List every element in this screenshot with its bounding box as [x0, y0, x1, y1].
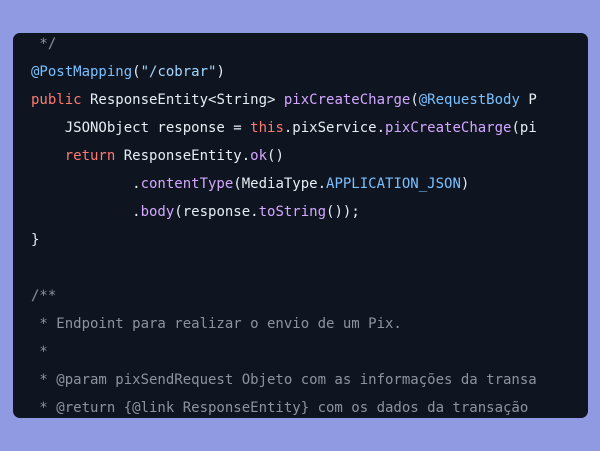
code-token-default: . [31, 176, 141, 192]
code-line: * @param pixSendRequest Objeto com as in… [31, 366, 537, 394]
code-content: */@PostMapping("/cobrar") public Response… [31, 33, 537, 418]
code-token-annotation: @PostMapping [31, 64, 133, 80]
code-line: * Endpoint para realizar o envio de um P… [31, 310, 537, 338]
code-line: /** [31, 282, 537, 310]
code-token-default: (MediaType. [233, 176, 327, 192]
code-token-default: ()); [326, 204, 360, 220]
code-token-comment: * @return {@link ResponseEntity} com os … [31, 400, 529, 416]
code-token-default: () [267, 148, 284, 164]
code-token-default: ) [460, 176, 470, 192]
code-token-function: body [140, 204, 175, 220]
code-line: JSONObject response = this.pixService.pi… [31, 114, 537, 142]
code-token-comment: * [31, 344, 48, 360]
code-token-default: ResponseEntity<String> [81, 92, 284, 108]
code-line: */ [31, 33, 537, 58]
code-token-comment: /** [31, 288, 57, 304]
code-line: } [31, 226, 537, 254]
code-token-comment: */ [31, 36, 57, 52]
code-line: return ResponseEntity.ok() [31, 142, 537, 170]
code-token-function: toString [258, 204, 327, 220]
code-line: .contentType(MediaType.APPLICATION_JSON) [31, 170, 537, 198]
code-line: .body(response.toString()); [31, 198, 537, 226]
code-token-default: P [519, 92, 537, 108]
code-block: */@PostMapping("/cobrar") public Response… [13, 33, 588, 418]
code-token-default: (response. [174, 204, 259, 220]
code-token-default [31, 148, 65, 164]
code-token-default: JSONObject response = [31, 120, 251, 136]
code-token-string: "/cobrar" [140, 64, 217, 80]
code-token-constant: APPLICATION_JSON [326, 176, 461, 192]
code-token-function: ok [250, 148, 268, 164]
code-token-keyword: return [64, 148, 116, 164]
code-token-default: ) [216, 64, 225, 80]
code-token-function: contentType [140, 176, 234, 192]
code-token-comment: * @param pixSendRequest Objeto com as in… [31, 372, 537, 388]
code-token-default: ResponseEntity. [115, 148, 251, 164]
code-token-comment: * Endpoint para realizar o envio de um P… [31, 316, 402, 332]
code-line: public ResponseEntity<String> pixCreateC… [31, 86, 537, 114]
code-token-default: } [31, 232, 40, 248]
code-token-keyword: this [250, 120, 284, 136]
code-line: * @return {@link ResponseEntity} com os … [31, 394, 537, 418]
code-token-function: pixCreateCharge [385, 120, 512, 136]
code-token-default: (pi [511, 120, 537, 136]
code-line: * [31, 338, 537, 366]
code-token-annotation: @RequestBody [418, 92, 520, 108]
code-token-default: .pixService. [283, 120, 386, 136]
code-token-default: ( [410, 92, 419, 108]
code-line: @PostMapping("/cobrar") [31, 58, 537, 86]
code-token-keyword: public [31, 92, 82, 108]
code-token-default: ( [132, 64, 141, 80]
code-token-function: pixCreateCharge [283, 92, 411, 108]
code-token-default: . [31, 204, 141, 220]
